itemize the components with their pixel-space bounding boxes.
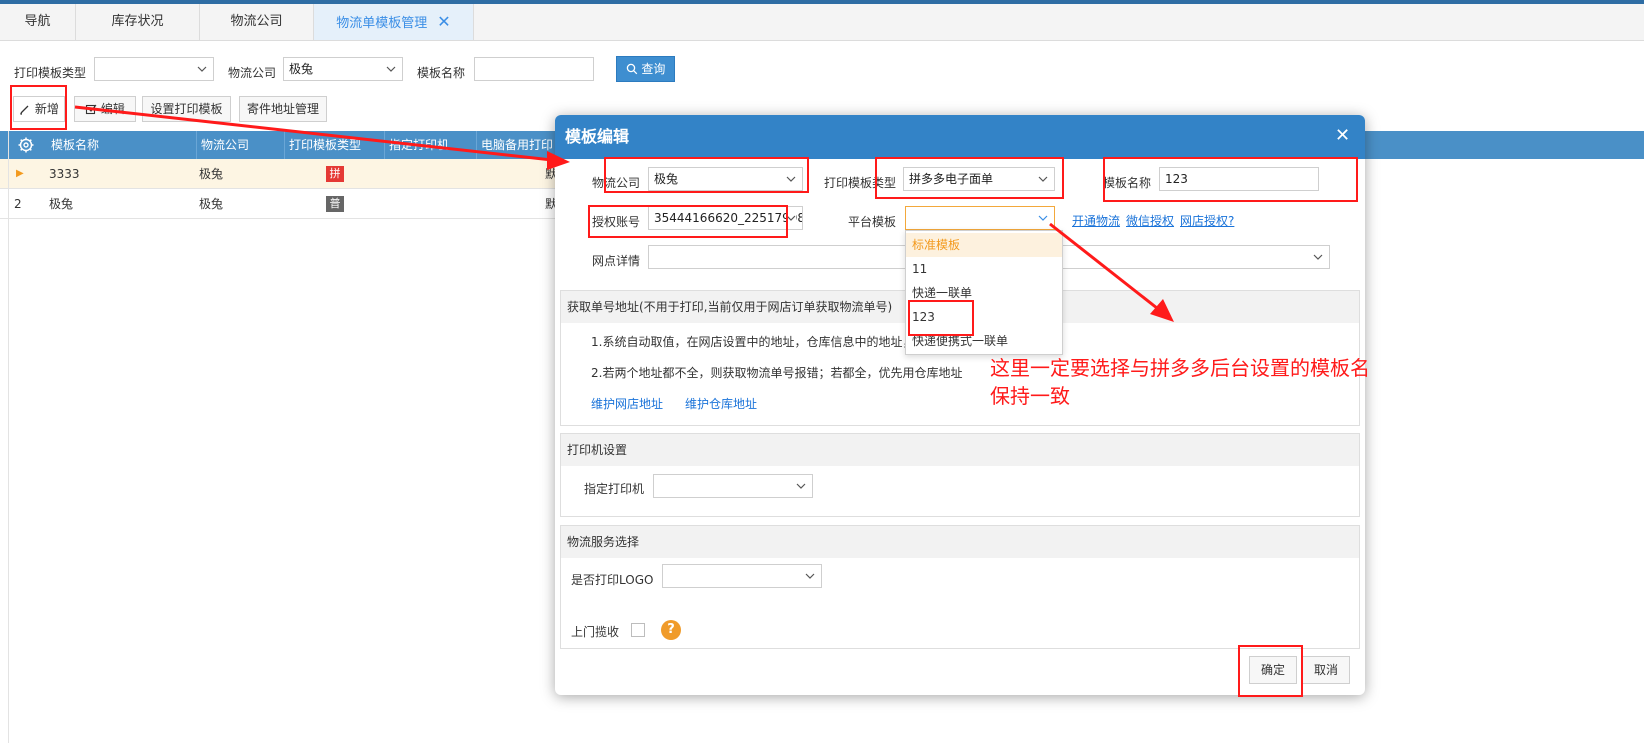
annotation-arrows xyxy=(74,105,1174,322)
annotation-note: 这里一定要选择与拼多多后台设置的模板名保持一致 xyxy=(990,356,1370,408)
